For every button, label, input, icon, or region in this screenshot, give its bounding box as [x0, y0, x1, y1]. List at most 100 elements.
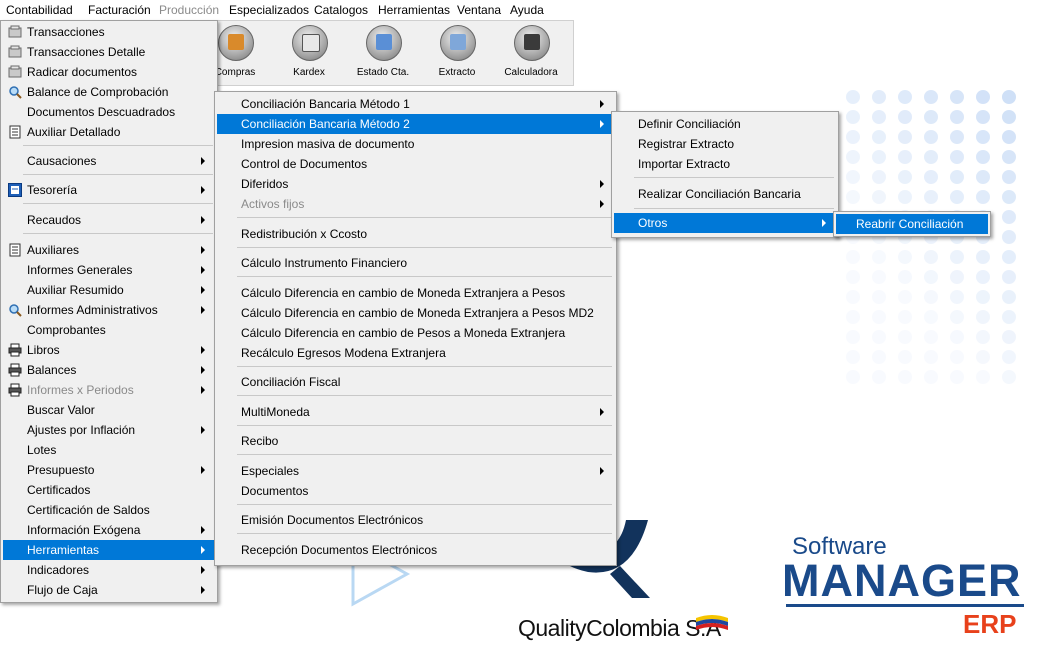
decorative-dot — [976, 370, 990, 384]
menu-item-recibo[interactable]: Recibo — [217, 431, 614, 451]
submenu-arrow-icon — [822, 219, 826, 227]
menu-item-control-de-documentos[interactable]: Control de Documentos — [217, 154, 614, 174]
menu-herramientas[interactable]: Herramientas — [378, 3, 450, 17]
submenu-arrow-icon — [600, 180, 604, 188]
decorative-dot — [950, 130, 964, 144]
toolbar-extracto-button[interactable]: Extracto — [423, 23, 491, 83]
menu-item-documentos-descuadrados[interactable]: Documentos Descuadrados — [3, 102, 215, 122]
menu-separator — [237, 217, 612, 218]
menu-item-transacciones[interactable]: Transacciones — [3, 22, 215, 42]
menu-item-label: Auxiliares — [27, 243, 80, 257]
menu-item-calculo-diferencia-en-cambio-de-moneda-extranjera-a-pesos-md2[interactable]: Cálculo Diferencia en cambio de Moneda E… — [217, 303, 614, 323]
menu-item-libros[interactable]: Libros — [3, 340, 215, 360]
menu-item-label: Redistribución x Ccosto — [241, 227, 368, 241]
menu-item-recaudos[interactable]: Recaudos — [3, 210, 215, 230]
herramientas-submenu: Conciliación Bancaria Método 1 Conciliaci… — [214, 91, 617, 566]
menu-item-emision-documentos-electronicos[interactable]: Emisión Documentos Electrónicos — [217, 510, 614, 530]
menu-item-recepcion-documentos-electronicos[interactable]: Recepción Documentos Electrónicos — [217, 540, 614, 560]
menu-item-recalculo-egresos-modena-extranjera[interactable]: Recálculo Egresos Modena Extranjera — [217, 343, 614, 363]
menu-item-label: MultiMoneda — [241, 405, 310, 419]
menu-ventana[interactable]: Ventana — [457, 3, 501, 17]
menu-item-informes-generales[interactable]: Informes Generales — [3, 260, 215, 280]
transactions-icon — [8, 25, 22, 39]
toolbar-kardex-button[interactable]: Kardex — [275, 23, 343, 83]
menu-item-reabrir-conciliacion[interactable]: Reabrir Conciliación — [836, 214, 988, 234]
menu-item-radicar-documentos[interactable]: Radicar documentos — [3, 62, 215, 82]
menu-item-ajustes-por-inflacion[interactable]: Ajustes por Inflación — [3, 420, 215, 440]
decorative-dot — [846, 290, 860, 304]
menu-catalogos[interactable]: Catalogos — [314, 3, 368, 17]
toolbar-estado-cta-button[interactable]: Estado Cta. — [349, 23, 417, 83]
menu-item-label: Herramientas — [27, 543, 100, 557]
menu-item-especiales[interactable]: Especiales — [217, 461, 614, 481]
menu-item-buscar-valor[interactable]: Buscar Valor — [3, 400, 215, 420]
menu-item-definir-conciliacion[interactable]: Definir Conciliación — [614, 114, 836, 134]
decorative-dot — [976, 330, 990, 344]
quality-colombia-name: QualityColombia S.A — [518, 615, 721, 641]
menu-item-certificados[interactable]: Certificados — [3, 480, 215, 500]
submenu-arrow-icon — [201, 216, 205, 224]
decorative-dot — [898, 270, 912, 284]
menu-ayuda[interactable]: Ayuda — [510, 3, 544, 17]
menu-item-diferidos[interactable]: Diferidos — [217, 174, 614, 194]
menu-item-informes-administrativos[interactable]: Informes Administrativos — [3, 300, 215, 320]
decorative-dot — [950, 370, 964, 384]
decorative-dot — [924, 290, 938, 304]
menu-item-registrar-extracto[interactable]: Registrar Extracto — [614, 134, 836, 154]
decorative-dot — [872, 330, 886, 344]
menu-item-transacciones-detalle[interactable]: Transacciones Detalle — [3, 42, 215, 62]
menu-item-informes-x-periodos[interactable]: Informes x Periodos — [3, 380, 215, 400]
decorative-dot — [950, 350, 964, 364]
menu-item-multimoneda[interactable]: MultiMoneda — [217, 402, 614, 422]
menu-separator — [634, 208, 834, 209]
menu-item-calculo-diferencia-en-cambio-de-moneda-extranjera-a-pesos[interactable]: Cálculo Diferencia en cambio de Moneda E… — [217, 283, 614, 303]
menu-separator — [237, 276, 612, 277]
menu-item-flujo-de-caja[interactable]: Flujo de Caja — [3, 580, 215, 600]
menu-item-calculo-instrumento-financiero[interactable]: Cálculo Instrumento Financiero — [217, 253, 614, 273]
menu-facturacion[interactable]: Facturación — [88, 3, 151, 17]
menu-item-realizar-conciliacion-bancaria[interactable]: Realizar Conciliación Bancaria — [614, 184, 836, 204]
decorative-dot — [872, 250, 886, 264]
menu-item-activos-fijos[interactable]: Activos fijos — [217, 194, 614, 214]
decorative-dot — [950, 330, 964, 344]
menu-item-label: Control de Documentos — [241, 157, 368, 171]
menu-item-balance-de-comprobacion[interactable]: Balance de Comprobación — [3, 82, 215, 102]
menu-contabilidad[interactable]: Contabilidad — [6, 3, 73, 17]
menu-item-redistribucion-x-ccosto[interactable]: Redistribución x Ccosto — [217, 224, 614, 244]
menu-item-label: Ajustes por Inflación — [27, 423, 136, 437]
menu-item-causaciones[interactable]: Causaciones — [3, 151, 215, 171]
submenu-arrow-icon — [201, 526, 205, 534]
menu-item-importar-extracto[interactable]: Importar Extracto — [614, 154, 836, 174]
menu-item-impresion-masiva-de-documento[interactable]: Impresion masiva de documento — [217, 134, 614, 154]
menu-item-calculo-diferencia-en-cambio-de-pesos-a-moneda-extranjera[interactable]: Cálculo Diferencia en cambio de Pesos a … — [217, 323, 614, 343]
menu-item-lotes[interactable]: Lotes — [3, 440, 215, 460]
menu-item-herramientas[interactable]: Herramientas — [3, 540, 215, 560]
menu-item-comprobantes[interactable]: Comprobantes — [3, 320, 215, 340]
menu-produccion[interactable]: Producción — [159, 3, 219, 17]
menu-item-conciliacion-bancaria-metodo-2[interactable]: Conciliación Bancaria Método 2 — [217, 114, 614, 134]
menu-item-certificacion-de-saldos[interactable]: Certificación de Saldos — [3, 500, 215, 520]
menu-item-auxiliar-detallado[interactable]: Auxiliar Detallado — [3, 122, 215, 142]
menu-item-balances[interactable]: Balances — [3, 360, 215, 380]
menu-separator — [634, 177, 834, 178]
decorative-dot — [1002, 370, 1016, 384]
menu-item-auxiliares[interactable]: Auxiliares — [3, 240, 215, 260]
menu-item-documentos[interactable]: Documentos — [217, 481, 614, 501]
menu-item-conciliacion-bancaria-metodo-1[interactable]: Conciliación Bancaria Método 1 — [217, 94, 614, 114]
menu-item-indicadores[interactable]: Indicadores — [3, 560, 215, 580]
menu-item-label: Comprobantes — [27, 323, 106, 337]
decorative-dot — [1002, 210, 1016, 224]
menu-item-label: Cálculo Diferencia en cambio de Moneda E… — [241, 286, 566, 300]
menu-item-auxiliar-resumido[interactable]: Auxiliar Resumido — [3, 280, 215, 300]
toolbar-calculadora-button[interactable]: Calculadora — [497, 23, 565, 83]
menu-especializados[interactable]: Especializados — [229, 3, 309, 17]
decorative-dot — [950, 270, 964, 284]
decorative-dot — [846, 110, 860, 124]
decorative-dot — [924, 170, 938, 184]
menu-item-presupuesto[interactable]: Presupuesto — [3, 460, 215, 480]
menu-item-informacion-exogena[interactable]: Información Exógena — [3, 520, 215, 540]
menu-item-tesoreria[interactable]: Tesorería — [3, 180, 215, 200]
menu-item-otros[interactable]: Otros — [614, 213, 836, 233]
menu-separator — [237, 533, 612, 534]
menu-item-conciliacion-fiscal[interactable]: Conciliación Fiscal — [217, 372, 614, 392]
